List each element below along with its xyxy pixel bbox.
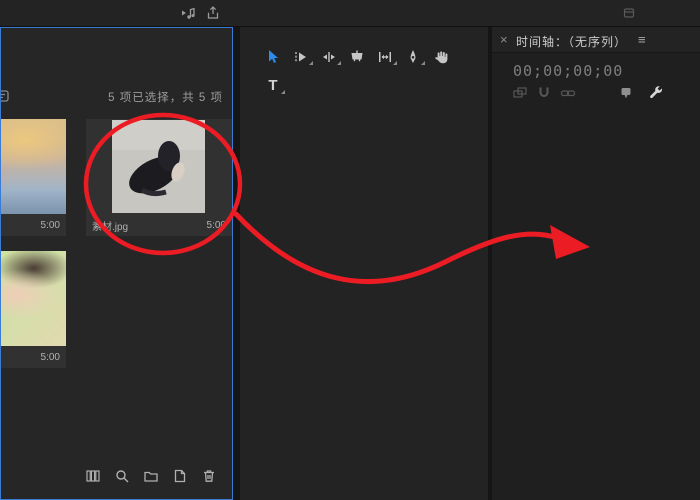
filter-icon[interactable] xyxy=(0,88,10,104)
media-tile[interactable]: 5:00 xyxy=(0,119,66,236)
trash-icon[interactable] xyxy=(201,468,217,484)
automate-to-sequence-icon[interactable] xyxy=(85,468,101,484)
tools-panel: T xyxy=(240,27,488,500)
track-select-forward-tool-button[interactable] xyxy=(292,48,310,66)
tool-flyout-indicator xyxy=(281,90,285,94)
selection-tool-button[interactable] xyxy=(264,48,282,66)
hand-tool-button[interactable] xyxy=(432,48,450,66)
tool-flyout-indicator xyxy=(309,61,313,65)
timeline-toolbar xyxy=(492,85,700,103)
media-duration: 5:00 xyxy=(41,352,60,363)
tool-flyout-indicator xyxy=(337,61,341,65)
panel-close-icon[interactable]: × xyxy=(500,32,508,47)
tool-flyout-indicator xyxy=(421,61,425,65)
new-item-icon[interactable] xyxy=(172,468,188,484)
media-thumbnail xyxy=(0,119,66,214)
media-duration: 5:00 xyxy=(207,220,226,231)
audio-note-icon[interactable] xyxy=(180,5,196,21)
media-thumbnail xyxy=(112,120,205,213)
project-panel: 5 项已选择，共 5 项 5:00 素材.jpg 5:00 xyxy=(0,27,233,500)
media-thumbnail xyxy=(0,251,66,346)
export-icon[interactable] xyxy=(205,5,221,21)
project-panel-footer xyxy=(85,468,217,484)
tool-flyout-indicator xyxy=(393,61,397,65)
new-bin-icon[interactable] xyxy=(143,468,159,484)
type-tool-button[interactable]: T xyxy=(264,77,282,95)
media-tile[interactable]: 5:00 xyxy=(0,251,66,368)
tool-row xyxy=(264,48,450,66)
add-marker-icon[interactable] xyxy=(618,85,634,101)
nest-sequence-icon[interactable] xyxy=(512,85,528,101)
media-name: 素材.jpg xyxy=(92,218,128,233)
timecode-display[interactable]: 00;00;00;00 xyxy=(513,62,623,80)
linked-selection-icon[interactable] xyxy=(560,85,576,101)
selection-status: 5 项已选择，共 5 项 xyxy=(108,89,223,105)
media-tile[interactable]: 素材.jpg 5:00 xyxy=(86,119,232,236)
timeline-header: × 时间轴：（无序列） ≡ xyxy=(492,27,700,53)
panel-menu-icon[interactable]: ≡ xyxy=(638,32,646,47)
media-duration: 5:00 xyxy=(41,220,60,231)
slip-tool-button[interactable] xyxy=(376,48,394,66)
timeline-title: 时间轴：（无序列） xyxy=(516,33,627,50)
type-tool-label: T xyxy=(268,77,277,94)
search-icon[interactable] xyxy=(114,468,130,484)
ripple-edit-tool-button[interactable] xyxy=(320,48,338,66)
top-bar xyxy=(0,0,700,27)
panel-options-icon[interactable] xyxy=(622,6,636,20)
timeline-panel: × 时间轴：（无序列） ≡ 00;00;00;00 xyxy=(492,27,700,500)
razor-tool-button[interactable] xyxy=(348,48,366,66)
snap-magnet-icon[interactable] xyxy=(536,85,552,101)
timeline-settings-wrench-icon[interactable] xyxy=(648,85,664,101)
pen-tool-button[interactable] xyxy=(404,48,422,66)
